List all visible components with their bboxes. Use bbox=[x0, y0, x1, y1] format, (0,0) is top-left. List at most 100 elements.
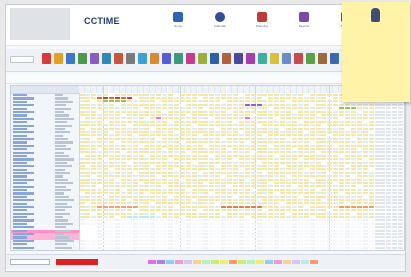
schedule-cell[interactable] bbox=[144, 130, 150, 134]
schedule-cell[interactable] bbox=[156, 113, 162, 117]
schedule-cell[interactable] bbox=[291, 120, 297, 123]
schedule-cell[interactable] bbox=[120, 222, 126, 225]
schedule-cell[interactable] bbox=[303, 236, 309, 239]
schedule-cell[interactable] bbox=[392, 120, 398, 123]
schedule-cell[interactable] bbox=[120, 141, 126, 144]
schedule-cell[interactable] bbox=[339, 147, 345, 151]
schedule-cell[interactable] bbox=[132, 198, 138, 202]
schedule-cell[interactable] bbox=[114, 107, 120, 110]
schedule-cell[interactable] bbox=[191, 107, 197, 110]
schedule-cell[interactable] bbox=[215, 202, 221, 205]
schedule-cell[interactable] bbox=[162, 124, 168, 127]
schedule-cell[interactable] bbox=[138, 113, 144, 117]
schedule-cell[interactable] bbox=[398, 117, 404, 120]
schedule-cell[interactable] bbox=[386, 226, 392, 229]
schedule-cell[interactable] bbox=[291, 127, 297, 130]
schedule-cell[interactable] bbox=[362, 239, 368, 242]
schedule-cell[interactable] bbox=[345, 192, 350, 195]
schedule-cell[interactable] bbox=[97, 103, 103, 106]
schedule-cell[interactable] bbox=[256, 185, 262, 188]
schedule-cell[interactable] bbox=[262, 141, 268, 144]
schedule-cell[interactable] bbox=[156, 130, 162, 134]
schedule-cell[interactable] bbox=[315, 198, 321, 202]
nav-item-reports[interactable]: Reports bbox=[292, 12, 316, 28]
schedule-cell[interactable] bbox=[339, 229, 345, 232]
schedule-cell[interactable] bbox=[209, 236, 215, 239]
schedule-cell[interactable] bbox=[209, 117, 215, 120]
schedule-cell[interactable] bbox=[221, 107, 227, 110]
schedule-cell[interactable] bbox=[333, 239, 339, 242]
schedule-cell[interactable] bbox=[368, 226, 374, 229]
schedule-cell[interactable] bbox=[386, 158, 392, 161]
schedule-cell[interactable] bbox=[238, 171, 244, 174]
schedule-cell[interactable] bbox=[221, 158, 227, 161]
schedule-cell[interactable] bbox=[274, 93, 280, 96]
schedule-cell[interactable] bbox=[315, 130, 321, 134]
schedule-cell[interactable] bbox=[262, 100, 268, 103]
schedule-cell[interactable] bbox=[150, 168, 156, 171]
schedule-cell[interactable] bbox=[345, 161, 350, 164]
schedule-cell[interactable] bbox=[256, 100, 262, 103]
schedule-cell[interactable] bbox=[280, 202, 286, 205]
schedule-cell[interactable] bbox=[280, 124, 286, 127]
schedule-cell[interactable] bbox=[132, 192, 138, 195]
schedule-cell[interactable] bbox=[286, 144, 291, 147]
schedule-cell[interactable] bbox=[244, 192, 250, 195]
schedule-cell[interactable] bbox=[91, 243, 97, 246]
schedule-cell[interactable] bbox=[85, 158, 91, 161]
schedule-cell[interactable] bbox=[345, 239, 350, 242]
schedule-cell[interactable] bbox=[209, 141, 215, 144]
schedule-cell[interactable] bbox=[309, 110, 315, 113]
schedule-cell[interactable] bbox=[392, 164, 398, 168]
schedule-cell[interactable] bbox=[79, 219, 85, 222]
schedule-cell[interactable] bbox=[144, 96, 150, 100]
schedule-cell[interactable] bbox=[209, 209, 215, 212]
schedule-cell[interactable] bbox=[109, 103, 114, 106]
schedule-cell[interactable] bbox=[268, 96, 274, 100]
schedule-cell[interactable] bbox=[179, 209, 185, 212]
schedule-cell[interactable] bbox=[297, 192, 303, 195]
schedule-cell[interactable] bbox=[138, 141, 144, 144]
schedule-cell[interactable] bbox=[114, 127, 120, 130]
schedule-cell[interactable] bbox=[203, 130, 209, 134]
schedule-cell[interactable] bbox=[380, 168, 386, 171]
schedule-cell[interactable] bbox=[215, 181, 221, 185]
schedule-cell[interactable] bbox=[315, 171, 321, 174]
schedule-cell[interactable] bbox=[227, 215, 232, 219]
schedule-cell[interactable] bbox=[173, 239, 179, 242]
schedule-cell[interactable] bbox=[356, 219, 362, 222]
schedule-cell[interactable] bbox=[179, 107, 185, 110]
schedule-cell[interactable] bbox=[227, 205, 232, 208]
schedule-cell[interactable] bbox=[227, 100, 232, 103]
schedule-cell[interactable] bbox=[398, 137, 404, 140]
schedule-cell[interactable] bbox=[268, 239, 274, 242]
schedule-cell[interactable] bbox=[203, 205, 209, 208]
schedule-cell[interactable] bbox=[374, 239, 380, 242]
schedule-cell[interactable] bbox=[368, 175, 374, 178]
schedule-cell[interactable] bbox=[221, 151, 227, 154]
schedule-cell[interactable] bbox=[386, 171, 392, 174]
schedule-cell[interactable] bbox=[114, 239, 120, 242]
schedule-cell[interactable] bbox=[380, 178, 386, 181]
schedule-cell[interactable] bbox=[114, 158, 120, 161]
schedule-cell[interactable] bbox=[256, 222, 262, 225]
schedule-cell[interactable] bbox=[162, 164, 168, 168]
schedule-cell[interactable] bbox=[256, 93, 262, 96]
schedule-cell[interactable] bbox=[191, 110, 197, 113]
schedule-cell[interactable] bbox=[291, 205, 297, 208]
schedule-cell[interactable] bbox=[350, 195, 356, 198]
schedule-cell[interactable] bbox=[268, 107, 274, 110]
schedule-cell[interactable] bbox=[209, 147, 215, 151]
schedule-cell[interactable] bbox=[362, 110, 368, 113]
schedule-cell[interactable] bbox=[350, 120, 356, 123]
schedule-cell[interactable] bbox=[114, 124, 120, 127]
schedule-cell[interactable] bbox=[179, 120, 185, 123]
schedule-cell[interactable] bbox=[150, 130, 156, 134]
schedule-cell[interactable] bbox=[380, 192, 386, 195]
schedule-cell[interactable] bbox=[138, 188, 144, 191]
schedule-cell[interactable] bbox=[215, 212, 221, 215]
schedule-cell[interactable] bbox=[191, 113, 197, 117]
schedule-cell[interactable] bbox=[274, 215, 280, 219]
schedule-cell[interactable] bbox=[321, 205, 327, 208]
schedule-cell[interactable] bbox=[197, 178, 203, 181]
